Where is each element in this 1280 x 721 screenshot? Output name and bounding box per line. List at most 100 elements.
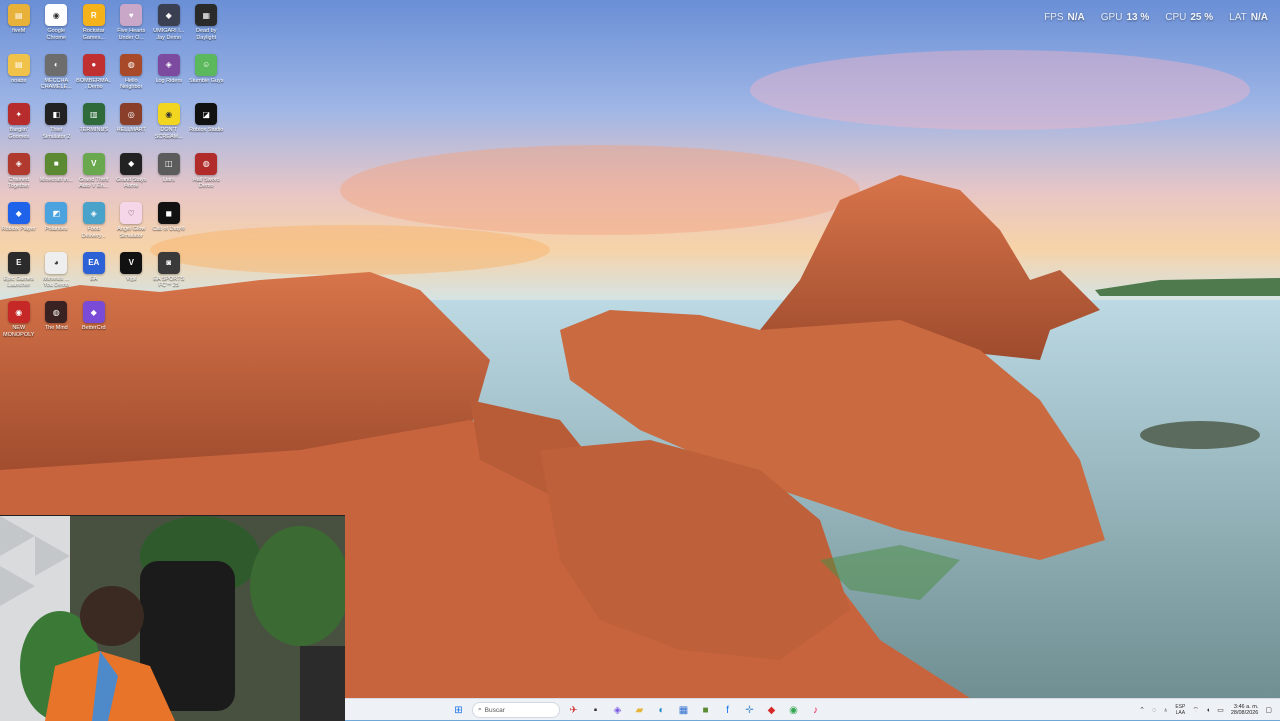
desktop-icon[interactable]: ◎ HELLMART — [113, 101, 151, 151]
desktop-icon[interactable]: ◍ Hello Neighbor — [113, 52, 151, 102]
notification-icon[interactable]: ▢ — [1265, 706, 1272, 714]
search-icon: ⌕ — [478, 706, 482, 713]
widget-icon[interactable]: ✈ — [565, 702, 582, 719]
app-icon: V — [120, 251, 143, 274]
store-icon[interactable]: ▦ — [675, 702, 692, 719]
desktop-icon[interactable]: ● BOMBERMA... Demo — [75, 52, 113, 102]
microphone-icon[interactable]: ♁ — [1163, 707, 1168, 714]
desktop-icon[interactable]: ◉ NEW MONOPOLY — [0, 299, 38, 349]
desktop-icon[interactable]: ♥ Five Hearts Under O... — [113, 2, 151, 52]
desktop-icon-label: HELLMART — [116, 127, 146, 133]
desktop-icon[interactable]: ☺ Stumble Guys — [188, 52, 226, 102]
desktop-icon[interactable]: ◆ Roblox Player — [0, 200, 38, 250]
facebook-icon[interactable]: f — [719, 702, 736, 719]
performance-overlay: FPS N/A GPU 13 % CPU 25 % LAT N/A — [1044, 12, 1268, 23]
battery-icon[interactable]: ▭ — [1217, 706, 1224, 714]
terminal-icon[interactable]: ▪ — [587, 702, 604, 719]
desktop-icon-label: Rockstar Games... — [82, 28, 105, 41]
app-icon: ◆ — [82, 301, 105, 323]
latency-value: N/A — [1250, 12, 1268, 23]
keyboard-layout: LAA — [1175, 710, 1186, 716]
desktop-icon-label: BOMBERMA... Demo — [76, 77, 112, 91]
desktop-icon[interactable]: ◕ Mimesis ... You Demo — [38, 250, 76, 300]
desktop-icon[interactable]: ◐ MECCHA CHAMELE... — [38, 52, 76, 102]
search-placeholder: Buscar — [484, 706, 505, 714]
desktop-icon-label: Epic Games Launcher — [3, 275, 34, 289]
app-icon: ▤ — [7, 4, 30, 26]
desktop-icon[interactable]: ▦ Dead by Daylight — [188, 2, 226, 52]
taskbar-apps: ⊞ ⌕ Buscar ✈ ▪ ◈ ▰ ◐ ▦ ■ f ✛ ◆ ◉ ♪ — [450, 701, 824, 719]
desktop-icon-label: The Mind — [44, 325, 68, 331]
desktop-icon[interactable]: ◈ Chained Together — [0, 151, 38, 201]
desktop-icon[interactable]: ◙ EA SPORTS FC™ 25 — [150, 250, 188, 300]
desktop-icon[interactable]: R Rockstar Games... — [75, 2, 113, 52]
desktop-icon[interactable]: ✦ Burglin' Gnomes — [0, 101, 38, 151]
desktop-icon-label: Food Delivery... — [81, 226, 106, 239]
edge-icon[interactable]: ◐ — [653, 702, 670, 719]
desktop-icon[interactable]: ◉ Google Chrome — [38, 2, 76, 52]
system-tray: ⌃ ◌ ♁ ESP LAA ⌔ ◖ ▭ 3:46 a. m. 28/08/202… — [1139, 701, 1272, 719]
minecraft-icon[interactable]: ■ — [697, 702, 714, 719]
desktop-icon[interactable]: ◫ Liars — [150, 151, 188, 201]
desktop-icon[interactable]: ◆ UMIGARI I... Jay Demo — [150, 2, 188, 52]
app-icon: ♥ — [120, 4, 143, 26]
file-explorer-icon[interactable]: ▰ — [631, 702, 648, 719]
desktop-icon[interactable]: ◪ Roblox Studio — [188, 101, 226, 151]
desktop-icon-label: Angel Glow Simulator — [117, 226, 146, 239]
app-icon: ◉ — [157, 103, 180, 125]
desktop-icon[interactable]: E Epic Games Launcher — [0, 250, 38, 300]
shield-icon[interactable]: ✛ — [741, 702, 758, 719]
cpu-label: CPU — [1165, 12, 1187, 23]
desktop-icon-label: EA SPORTS FC™ 25 — [153, 275, 185, 289]
desktop-icon[interactable]: V Vigil — [113, 250, 151, 300]
app-icon: EA — [82, 251, 105, 274]
chrome-icon[interactable]: ◉ — [785, 702, 802, 719]
desktop-icon[interactable]: ◧ Thief Simulator 2 — [38, 101, 76, 151]
app-icon: ● — [82, 53, 105, 76]
gpu-label: GPU — [1100, 12, 1123, 23]
clock[interactable]: 3:46 a. m. 28/08/2026 — [1231, 704, 1259, 717]
app-icon: ◆ — [120, 152, 143, 175]
app-icon: V — [82, 152, 105, 175]
desktop-icon[interactable]: ◍ Half Sword Demo — [188, 151, 226, 201]
app-icon: ◍ — [120, 53, 143, 76]
desktop-icon[interactable]: ◩ Polarities — [38, 200, 76, 250]
desktop-icon[interactable]: ▤ fiveM — [0, 2, 38, 52]
desktop-icon[interactable]: V Grand Theft Auto V En... — [75, 151, 113, 201]
desktop-icon[interactable]: ◆ Grand Stays Home — [113, 151, 151, 201]
desktop-icon[interactable]: EA EA — [75, 250, 113, 300]
desktop-icon-label: fiveM — [12, 28, 26, 34]
desktop-icon-label: Stumble Guys — [188, 77, 224, 84]
copilot-icon[interactable]: ◈ — [609, 702, 626, 719]
app-icon: ◧ — [45, 103, 68, 125]
chevron-up-icon[interactable]: ⌃ — [1139, 706, 1145, 714]
desktop-icon[interactable]: ◆ BetterCrd — [75, 299, 113, 349]
fps-value: N/A — [1067, 12, 1085, 23]
cpu-value: 25 % — [1190, 12, 1214, 23]
desktop-icon-label: Hello Neighbor — [120, 77, 143, 91]
volume-icon[interactable]: ◖ — [1206, 707, 1210, 714]
desktop-icon[interactable]: ▥ TERMINUS — [75, 101, 113, 151]
tiktok-icon[interactable]: ♪ — [807, 702, 824, 719]
desktop-icon[interactable]: ♡ Angel Glow Simulator — [113, 200, 151, 250]
app-icon: ◕ — [45, 251, 68, 274]
desktop-icon-label: Vigil — [126, 275, 137, 282]
desktop-icon[interactable]: ◼ Call of Duty® — [150, 200, 188, 250]
wifi-icon[interactable]: ⌔ — [1192, 706, 1199, 715]
language-indicator[interactable]: ESP LAA — [1175, 704, 1185, 716]
app-icon: ◍ — [195, 152, 218, 175]
network-icon[interactable]: ◌ — [1152, 707, 1156, 714]
latency-stat: LAT N/A — [1229, 12, 1268, 23]
desktop-icon[interactable]: ◈ Log Riders — [150, 52, 188, 102]
desktop-icon[interactable]: ■ Minecraft in... — [38, 151, 76, 201]
windows-start-icon[interactable]: ⊞ — [450, 702, 467, 719]
desktop-icon[interactable]: ◉ DON'T SCREAM... — [150, 101, 188, 151]
desktop-icon[interactable]: ◈ Food Delivery... — [75, 200, 113, 250]
app-icon: ◪ — [195, 103, 218, 125]
desktop-icon[interactable]: ◍ The Mind — [38, 299, 76, 349]
roblox-icon[interactable]: ◆ — [763, 702, 780, 719]
desktop-icon-label: MECCHA CHAMELE... — [40, 77, 72, 91]
desktop-icon[interactable]: ▤ noabs — [0, 52, 38, 102]
desktop-icon-label: Google Chrome — [46, 28, 67, 41]
taskbar-search-box[interactable]: ⌕ Buscar — [472, 702, 560, 718]
